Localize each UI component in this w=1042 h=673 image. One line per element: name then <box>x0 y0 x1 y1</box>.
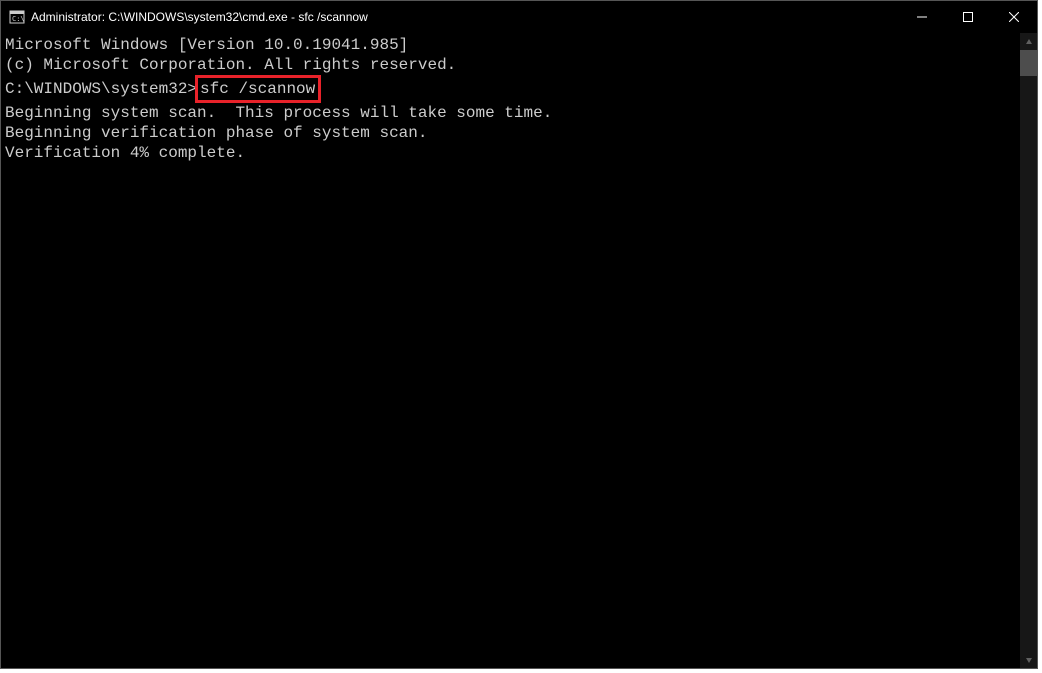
output-line: Microsoft Windows [Version 10.0.19041.98… <box>5 35 1016 55</box>
output-line: Beginning system scan. This process will… <box>5 103 1016 123</box>
output-line: (c) Microsoft Corporation. All rights re… <box>5 55 1016 75</box>
prompt-line: C:\WINDOWS\system32>sfc /scannow <box>5 75 1016 103</box>
titlebar[interactable]: C:\ Administrator: C:\WINDOWS\system32\c… <box>1 1 1037 33</box>
vertical-scrollbar[interactable] <box>1020 33 1037 668</box>
content-area: Microsoft Windows [Version 10.0.19041.98… <box>1 33 1037 668</box>
scroll-track[interactable] <box>1020 50 1037 651</box>
scroll-down-arrow[interactable] <box>1020 651 1037 668</box>
svg-text:C:\: C:\ <box>12 15 25 23</box>
command-highlight: sfc /scannow <box>195 75 321 103</box>
terminal-output[interactable]: Microsoft Windows [Version 10.0.19041.98… <box>1 33 1020 668</box>
cmd-window: C:\ Administrator: C:\WINDOWS\system32\c… <box>0 0 1038 669</box>
window-title: Administrator: C:\WINDOWS\system32\cmd.e… <box>31 10 899 24</box>
prompt: C:\WINDOWS\system32> <box>5 79 197 99</box>
output-line: Beginning verification phase of system s… <box>5 123 1016 143</box>
close-button[interactable] <box>991 1 1037 33</box>
maximize-button[interactable] <box>945 1 991 33</box>
command-text: sfc /scannow <box>200 80 315 98</box>
scroll-thumb[interactable] <box>1020 50 1037 76</box>
cmd-icon: C:\ <box>9 9 25 25</box>
output-line: Verification 4% complete. <box>5 143 1016 163</box>
window-controls <box>899 1 1037 33</box>
minimize-button[interactable] <box>899 1 945 33</box>
scroll-up-arrow[interactable] <box>1020 33 1037 50</box>
